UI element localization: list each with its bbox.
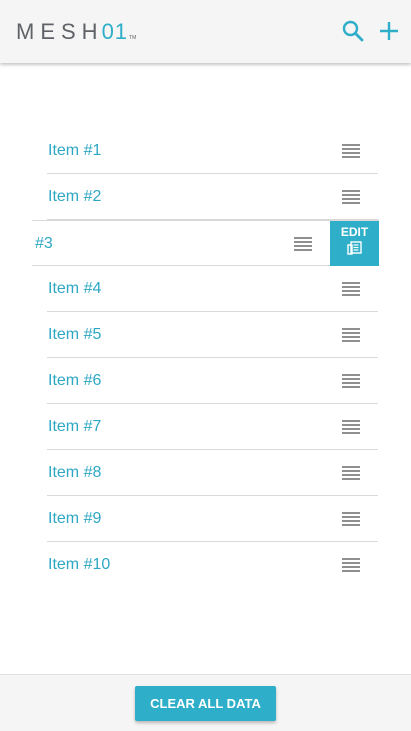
list-item-label: #3 [35,235,53,252]
drag-handle-icon[interactable] [342,282,360,296]
list-item-label: Item #1 [48,142,102,159]
list-item-label: Item #9 [48,510,102,527]
drag-handle-icon[interactable] [342,374,360,388]
drag-handle-icon[interactable] [294,237,312,251]
list-item-label: Item #2 [48,188,102,205]
drag-handle-icon[interactable] [342,512,360,526]
logo-number: 01 [101,19,129,44]
search-icon [342,20,364,42]
edit-button-label: EDIT [340,225,369,239]
list-item-label: Item #7 [48,418,102,435]
app-header: MESH 01 TM [0,0,411,63]
add-item-button[interactable] [376,18,402,44]
drag-handle-icon[interactable] [342,558,360,572]
logo-word: MESH [16,19,104,44]
drag-handle-icon[interactable] [342,420,360,434]
list-item-label: Item #8 [48,464,102,481]
drag-handle-icon[interactable] [342,466,360,480]
app-logo: MESH 01 TM [16,20,136,44]
drag-handle-icon[interactable] [342,144,360,158]
list-item-swiped[interactable]: #3 EDIT [32,220,379,266]
edit-button[interactable]: EDIT [330,221,379,266]
list-item-label: Item #10 [48,556,111,573]
list-item[interactable]: Item #9 [47,496,378,542]
footer-bar: CLEAR ALL DATA [0,674,411,731]
list-item-label: Item #4 [48,280,102,297]
drag-handle-icon[interactable] [342,328,360,342]
list-item[interactable]: Item #7 [47,404,378,450]
list-item-label: Item #5 [48,326,102,343]
list-item[interactable]: Item #1 [47,128,378,174]
drag-handle-icon[interactable] [342,190,360,204]
list-item-label: Item #6 [48,372,102,389]
edit-icon [346,241,362,255]
list-item[interactable]: Item #6 [47,358,378,404]
list-item[interactable]: Item #10 [47,542,378,588]
logo-trademark: TM [129,35,137,41]
list-item[interactable]: Item #2 [47,174,378,220]
list-item[interactable]: Item #8 [47,450,378,496]
search-button[interactable] [340,18,366,44]
list-item[interactable]: Item #4 [47,266,378,312]
clear-all-data-button[interactable]: CLEAR ALL DATA [135,686,276,721]
list-item[interactable]: Item #5 [47,312,378,358]
plus-icon [380,22,398,40]
